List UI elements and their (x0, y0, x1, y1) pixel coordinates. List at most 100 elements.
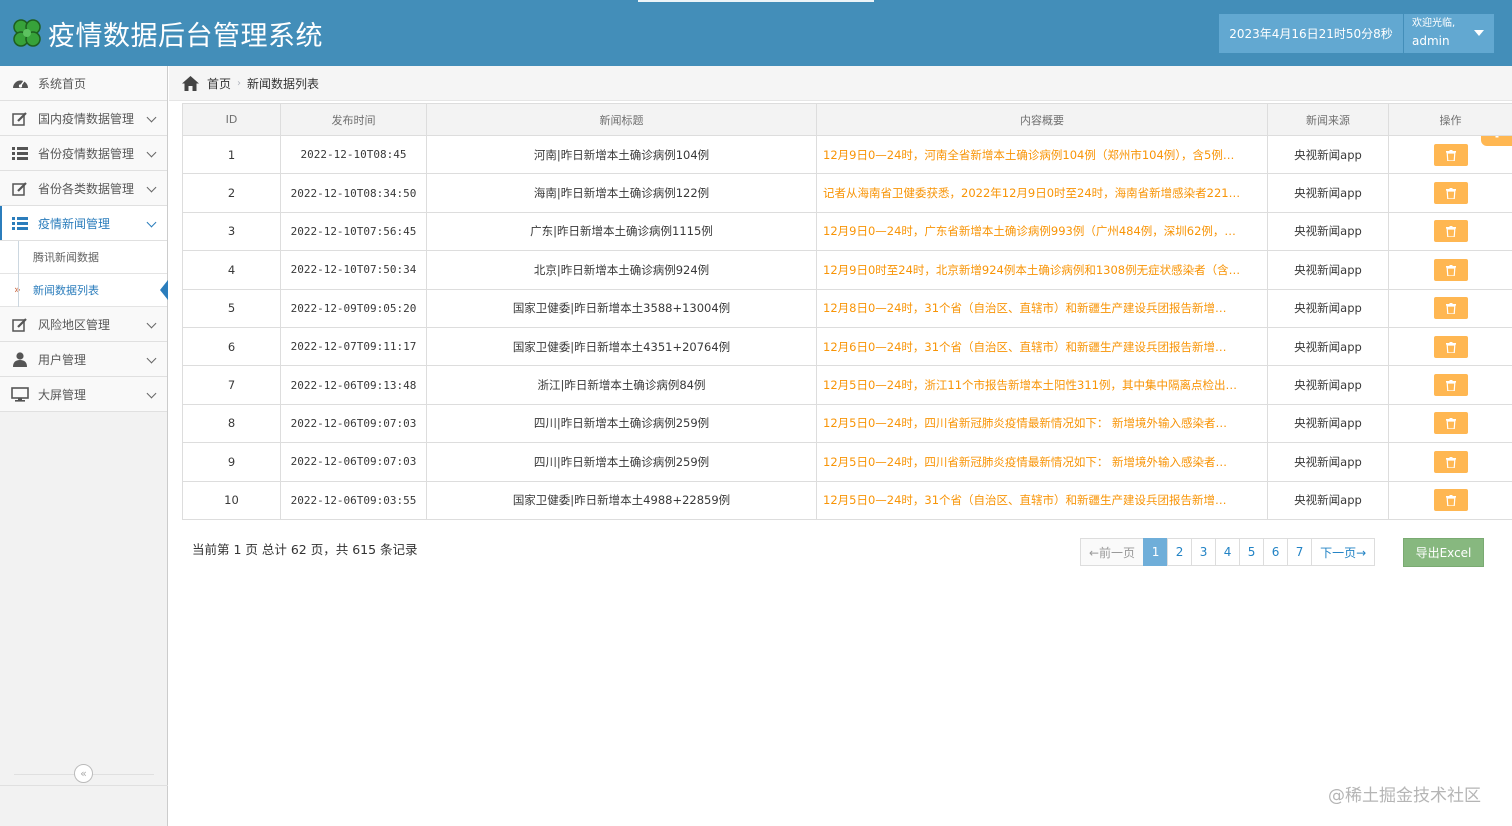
delete-button[interactable] (1433, 489, 1468, 512)
column-header-id[interactable]: ID (182, 103, 281, 136)
watermark: @稀土掘金技术社区 (1328, 786, 1481, 806)
table-row: 7 2022-12-06T09:13:48 浙江|昨日新增本土确诊病例84例 12月5… (182, 365, 1512, 405)
cell-source: 央视新闻app (1267, 134, 1389, 175)
active-pointer-icon (160, 280, 168, 300)
cell-time: 2022-12-06T09:13:48 (280, 365, 427, 405)
table-row: 1 2022-12-10T08:45 河南|昨日新增本土确诊病例104例 12月9日0… (182, 134, 1512, 175)
cell-title: 北京|昨日新增本土确诊病例924例 (426, 250, 817, 290)
table-row: 4 2022-12-10T07:50:34 北京|昨日新增本土确诊病例924例 12月… (182, 250, 1512, 290)
page-button-1[interactable]: 1 (1143, 538, 1169, 566)
delete-button[interactable] (1433, 297, 1468, 320)
delete-button[interactable] (1433, 374, 1468, 397)
sidebar-item-home[interactable]: 系统首页 (0, 66, 167, 101)
cell-id: 2 (182, 173, 281, 213)
sidebar-item-province-data[interactable]: 省份疫情数据管理 (0, 136, 167, 171)
caret-down-icon (1474, 30, 1484, 36)
trash-icon (1445, 149, 1456, 161)
cell-summary: 12月5日0—24时，浙江11个市报告新增本土阳性311例，其中集中隔离点检出… (816, 365, 1268, 405)
collapse-double-left-icon[interactable]: « (74, 764, 93, 783)
sidebar-collapse: « (0, 756, 168, 786)
prev-page-button[interactable]: ←前一页 (1080, 538, 1145, 566)
sidebar-item-domestic-data[interactable]: 国内疫情数据管理 (0, 101, 167, 136)
column-header-actions: 操作 (1388, 103, 1512, 136)
page-button-5[interactable]: 5 (1239, 538, 1265, 566)
delete-button[interactable] (1433, 412, 1468, 435)
sidebar: 系统首页 国内疫情数据管理 省份疫情数据管理 省份各类数据管理 疫情新闻管理 腾… (0, 66, 168, 826)
delete-button[interactable] (1433, 258, 1468, 281)
cell-id: 8 (182, 403, 281, 444)
cell-source: 央视新闻app (1267, 250, 1389, 290)
delete-button[interactable] (1433, 335, 1468, 358)
sidebar-item-label: 用户管理 (38, 352, 87, 367)
page-button-2[interactable]: 2 (1167, 538, 1193, 566)
table-row: 2 2022-12-10T08:34:50 海南|昨日新增本土确诊病例122例 记者从… (182, 173, 1512, 213)
cell-time: 2022-12-10T07:50:34 (280, 250, 427, 290)
column-header-title[interactable]: 新闻标题 (426, 103, 817, 136)
delete-button[interactable] (1433, 182, 1468, 205)
delete-button[interactable] (1433, 220, 1468, 243)
sidebar-item-label: 省份各类数据管理 (38, 181, 135, 196)
breadcrumb-separator-icon: › (237, 77, 242, 89)
cell-title: 广东|昨日新增本土确诊病例1115例 (426, 211, 817, 252)
chevron-down-icon (146, 217, 157, 228)
cell-source: 央视新闻app (1267, 173, 1389, 213)
sidebar-item-province-category[interactable]: 省份各类数据管理 (0, 171, 167, 206)
cell-title: 河南|昨日新增本土确诊病例104例 (426, 134, 817, 175)
page-button-3[interactable]: 3 (1191, 538, 1217, 566)
sidebar-item-risk-area[interactable]: 风险地区管理 (0, 307, 167, 342)
cell-title: 四川|昨日新增本土确诊病例259例 (426, 403, 817, 444)
cell-time: 2022-12-10T08:34:50 (280, 173, 427, 213)
cell-actions (1388, 480, 1512, 520)
page-button-6[interactable]: 6 (1263, 538, 1289, 566)
cell-summary: 12月5日0—24时，31个省（自治区、直辖市）和新疆生产建设兵团报告新增… (816, 480, 1268, 520)
column-header-summary[interactable]: 内容概要 (816, 103, 1268, 136)
cell-source: 央视新闻app (1267, 480, 1389, 520)
cell-time: 2022-12-07T09:11:17 (280, 326, 427, 367)
breadcrumb-home-link[interactable]: 首页 (207, 75, 231, 92)
cell-title: 国家卫健委|昨日新增本土3588+13004例 (426, 288, 817, 328)
cell-id: 3 (182, 211, 281, 252)
delete-button[interactable] (1433, 450, 1468, 473)
pencil-square-icon (11, 110, 29, 126)
cell-actions (1388, 442, 1512, 482)
sidebar-item-label: 疫情新闻管理 (38, 216, 111, 231)
next-page-button[interactable]: 下一页→ (1311, 538, 1376, 566)
chevron-down-icon (146, 388, 157, 399)
page-button-4[interactable]: 4 (1215, 538, 1241, 566)
sidebar-subitem-tencent-news[interactable]: 腾讯新闻数据 (0, 241, 167, 274)
breadcrumb: 首页 › 新闻数据列表 (169, 66, 1512, 101)
header-bar: 疫情数据后台管理系统 2023年4月16日21时50分8秒 欢迎光临, admi… (0, 0, 1512, 66)
sidebar-item-bigscreen[interactable]: 大屏管理 (0, 377, 167, 412)
sidebar-item-label: 省份疫情数据管理 (38, 146, 135, 161)
user-menu[interactable]: 欢迎光临, admin (1404, 14, 1494, 53)
table-row: 5 2022-12-09T09:05:20 国家卫健委|昨日新增本土3588+130… (182, 288, 1512, 328)
pencil-square-icon (11, 180, 29, 196)
cell-id: 6 (182, 326, 281, 367)
column-header-source[interactable]: 新闻来源 (1267, 103, 1389, 136)
column-header-time[interactable]: 发布时间 (280, 103, 427, 136)
cell-source: 央视新闻app (1267, 403, 1389, 444)
sidebar-item-users[interactable]: 用户管理 (0, 342, 167, 377)
cell-time: 2022-12-06T09:07:03 (280, 403, 427, 444)
pencil-square-icon (11, 316, 29, 332)
sidebar-item-news[interactable]: 疫情新闻管理 (0, 206, 167, 241)
cell-id: 9 (182, 442, 281, 482)
table-row: 3 2022-12-10T07:56:45 广东|昨日新增本土确诊病例1115例 12… (182, 211, 1512, 252)
export-excel-button[interactable]: 导出Excel (1403, 538, 1484, 567)
sidebar-subitem-news-list[interactable]: » 新闻数据列表 (0, 274, 168, 307)
sidebar-item-label: 国内疫情数据管理 (38, 111, 135, 126)
cell-title: 四川|昨日新增本土确诊病例259例 (426, 442, 817, 482)
cell-source: 央视新闻app (1267, 288, 1389, 328)
delete-button[interactable] (1433, 143, 1468, 166)
page-button-7[interactable]: 7 (1287, 538, 1313, 566)
app-title: 疫情数据后台管理系统 (48, 20, 323, 52)
brand[interactable]: 疫情数据后台管理系统 (10, 14, 323, 52)
pagination: ←前一页 1 2 3 4 5 6 7 下一页→ (1080, 538, 1376, 566)
top-progress-strip (638, 0, 874, 2)
sidebar-item-label: 系统首页 (38, 76, 87, 91)
trash-icon (1445, 418, 1456, 430)
news-table: ID 发布时间 新闻标题 内容概要 新闻来源 操作 1 2022-12-10T08… (182, 103, 1512, 520)
list-icon (11, 215, 29, 231)
cell-actions (1388, 134, 1512, 175)
trash-icon (1445, 341, 1456, 353)
